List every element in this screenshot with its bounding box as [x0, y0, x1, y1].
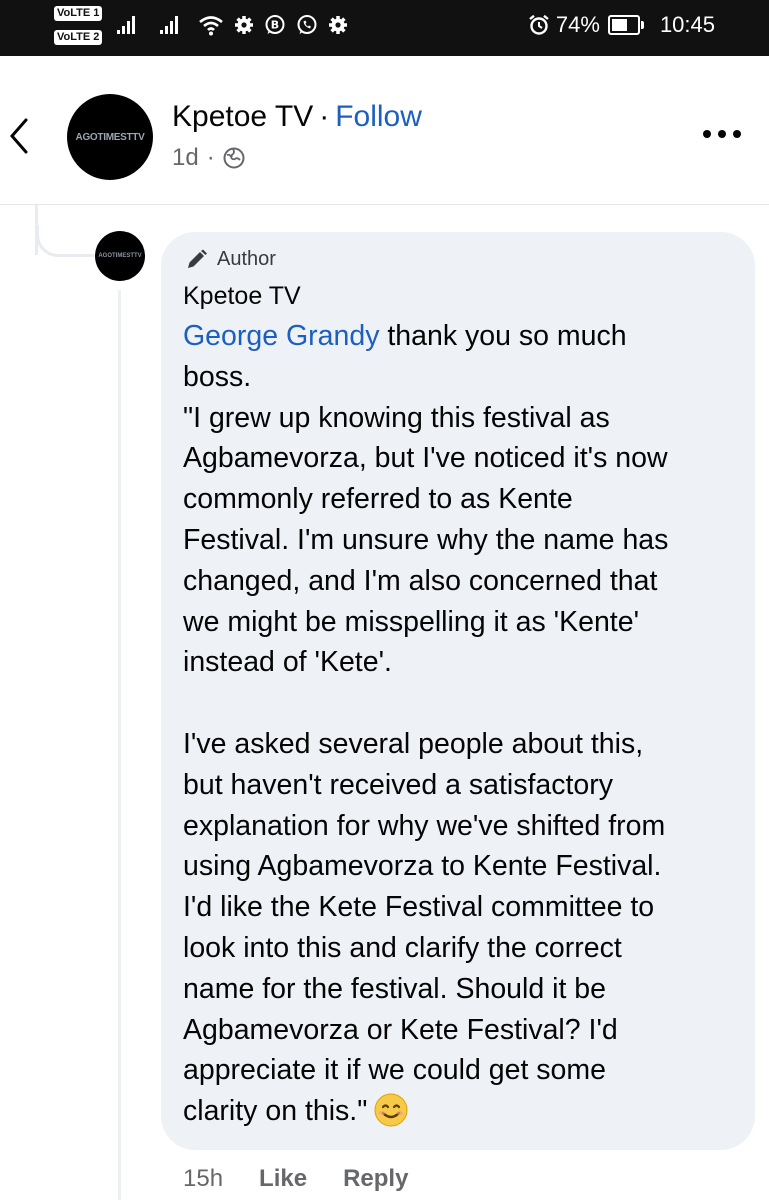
alarm-icon [529, 14, 549, 35]
sim2-volte-badge: VoLTE 2 [54, 30, 103, 45]
signal-icon [160, 12, 178, 34]
follow-button[interactable]: Follow [335, 100, 422, 133]
commenter-name[interactable]: Kpetoe TV [183, 282, 301, 311]
wifi-icon [199, 16, 223, 36]
comment-text: George Grandy thank you so much boss. "I… [183, 316, 749, 1132]
back-arrow-icon[interactable] [4, 114, 34, 158]
more-options-icon[interactable] [699, 122, 745, 146]
sim2-volte-label: VoLTE [57, 31, 91, 43]
mention-link[interactable]: George Grandy [183, 320, 379, 352]
post-age[interactable]: 1d [172, 144, 199, 172]
post-header: AGOTIMESTTV Kpetoe TV · Follow 1d · [0, 56, 769, 205]
settings-icon [329, 16, 347, 34]
sim1-number: 1 [93, 7, 100, 19]
battery-percent: 74% [555, 12, 600, 37]
whatsapp-icon [297, 15, 317, 34]
smiling-face-emoji-icon [374, 1093, 408, 1127]
svg-text:B: B [271, 19, 279, 32]
signal-icon [117, 12, 135, 34]
title-separator: · [319, 100, 330, 133]
comment-actions: 15h Like Reply [183, 1165, 408, 1193]
globe-icon [223, 147, 245, 169]
like-button[interactable]: Like [259, 1165, 307, 1193]
author-badge: Author [185, 248, 276, 271]
settings-icon [235, 16, 253, 34]
page-avatar[interactable]: AGOTIMESTTV [67, 94, 153, 180]
page-name[interactable]: Kpetoe TV [172, 100, 313, 133]
thread-connector [36, 225, 94, 257]
meta-separator: · [206, 144, 215, 171]
commenter-avatar[interactable]: AGOTIMESTTV [95, 231, 145, 281]
sim1-volte-badge: VoLTE 1 [54, 6, 103, 21]
comment-body: thank you so much boss. "I grew up knowi… [183, 320, 669, 1128]
comment-time[interactable]: 15h [183, 1165, 223, 1193]
page-title-row: Kpetoe TV · Follow [172, 100, 422, 134]
sim1-volte-label: VoLTE [57, 7, 91, 19]
status-bar: VoLTE 1 VoLTE 2 B 74% 10:45 [0, 0, 769, 56]
whatsapp-business-icon: B [265, 15, 285, 34]
post-meta: 1d · [172, 144, 245, 172]
avatar-logo-text: AGOTIMESTTV [98, 253, 142, 259]
sim2-number: 2 [93, 31, 100, 43]
battery-icon [607, 15, 644, 35]
comment-bubble[interactable]: Author Kpetoe TV George Grandy thank you… [161, 232, 755, 1150]
pen-icon [188, 249, 207, 268]
author-badge-label: Author [217, 248, 276, 270]
thread-line [118, 290, 121, 1200]
clock: 10:45 [659, 12, 715, 37]
reply-button[interactable]: Reply [343, 1165, 408, 1193]
avatar-logo-text: AGOTIMESTTV [75, 131, 145, 143]
